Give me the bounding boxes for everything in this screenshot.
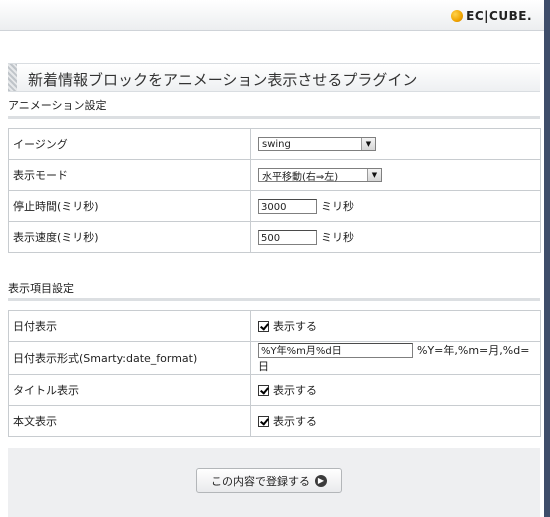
table-row: イージング swing ▼ [8, 128, 541, 160]
title-display-checkbox[interactable] [258, 384, 269, 396]
ec-cube-logo-icon [451, 10, 464, 22]
table-row: 表示モード 水平移動(右⇒左) ▼ [8, 159, 541, 191]
date-display-label: 日付表示 [8, 310, 251, 342]
section-rule-animation [8, 116, 540, 119]
easing-cell: swing ▼ [250, 128, 541, 160]
animation-settings-table: イージング swing ▼ 表示モード 水平移動(右⇒左) ▼ 停止時間(ミリ秒… [8, 128, 541, 253]
logo-text: EC|CUBE. [466, 9, 532, 23]
body-display-cell: 表示する [250, 405, 541, 437]
display-settings-table: 日付表示 表示する 日付表示形式(Smarty:date_format) %Y年… [8, 310, 541, 437]
page-title: 新着情報ブロックをアニメーション表示させるプラグイン [28, 71, 418, 89]
display-mode-select-value: 水平移動(右⇒左) [262, 171, 339, 183]
stop-time-label: 停止時間(ミリ秒) [8, 190, 251, 222]
display-mode-label: 表示モード [8, 159, 251, 191]
date-display-checkbox-label[interactable]: 表示する [273, 320, 317, 333]
submit-button-label[interactable]: この内容で登録する [211, 473, 310, 489]
table-row: 日付表示形式(Smarty:date_format) %Y年%m月%d日 %Y=年… [8, 341, 541, 375]
table-row: タイトル表示 表示する [8, 374, 541, 406]
easing-select-value: swing [262, 138, 291, 150]
table-row: 表示速度(ミリ秒) 500 ミリ秒 [8, 221, 541, 253]
title-display-label: タイトル表示 [8, 374, 251, 406]
stop-time-input[interactable]: 3000 [258, 198, 317, 214]
arrow-right-circle-icon: ▶ [315, 474, 327, 487]
easing-label: イージング [8, 128, 251, 160]
display-mode-select[interactable]: 水平移動(右⇒左) ▼ [258, 168, 382, 183]
submit-button[interactable]: この内容で登録する ▶ [196, 468, 342, 493]
page-title-bar: 新着情報ブロックをアニメーション表示させるプラグイン [8, 63, 540, 92]
body-display-checkbox-label[interactable]: 表示する [273, 415, 317, 428]
table-row: 本文表示 表示する [8, 405, 541, 437]
logo: EC|CUBE. [451, 9, 532, 23]
body-display-checkbox[interactable] [258, 415, 269, 427]
title-stripe [8, 64, 17, 91]
section-title-display: 表示項目設定 [8, 282, 74, 295]
date-display-cell: 表示する [250, 310, 541, 342]
dropdown-arrow-icon[interactable]: ▼ [361, 138, 375, 150]
dropdown-arrow-icon[interactable]: ▼ [367, 169, 381, 181]
easing-select[interactable]: swing ▼ [258, 137, 376, 151]
form-footer: この内容で登録する ▶ [8, 448, 540, 517]
window-frame-right [544, 0, 550, 517]
section-title-animation: アニメーション設定 [8, 99, 107, 112]
body-display-label: 本文表示 [8, 405, 251, 437]
title-display-cell: 表示する [250, 374, 541, 406]
display-speed-unit: ミリ秒 [321, 231, 354, 244]
date-format-label: 日付表示形式(Smarty:date_format) [8, 341, 251, 375]
table-row: 日付表示 表示する [8, 310, 541, 342]
stop-time-unit: ミリ秒 [321, 200, 354, 213]
stop-time-cell: 3000 ミリ秒 [250, 190, 541, 222]
table-row: 停止時間(ミリ秒) 3000 ミリ秒 [8, 190, 541, 222]
header-bar: EC|CUBE. [0, 0, 544, 31]
date-format-cell: %Y年%m月%d日 %Y=年,%m=月,%d=日 [250, 341, 541, 375]
display-speed-cell: 500 ミリ秒 [250, 221, 541, 253]
date-display-checkbox[interactable] [258, 320, 269, 332]
display-speed-label: 表示速度(ミリ秒) [8, 221, 251, 253]
display-mode-cell: 水平移動(右⇒左) ▼ [250, 159, 541, 191]
section-rule-display [8, 298, 540, 301]
date-format-input[interactable]: %Y年%m月%d日 [258, 342, 413, 358]
display-speed-input[interactable]: 500 [258, 229, 317, 245]
title-display-checkbox-label[interactable]: 表示する [273, 384, 317, 397]
